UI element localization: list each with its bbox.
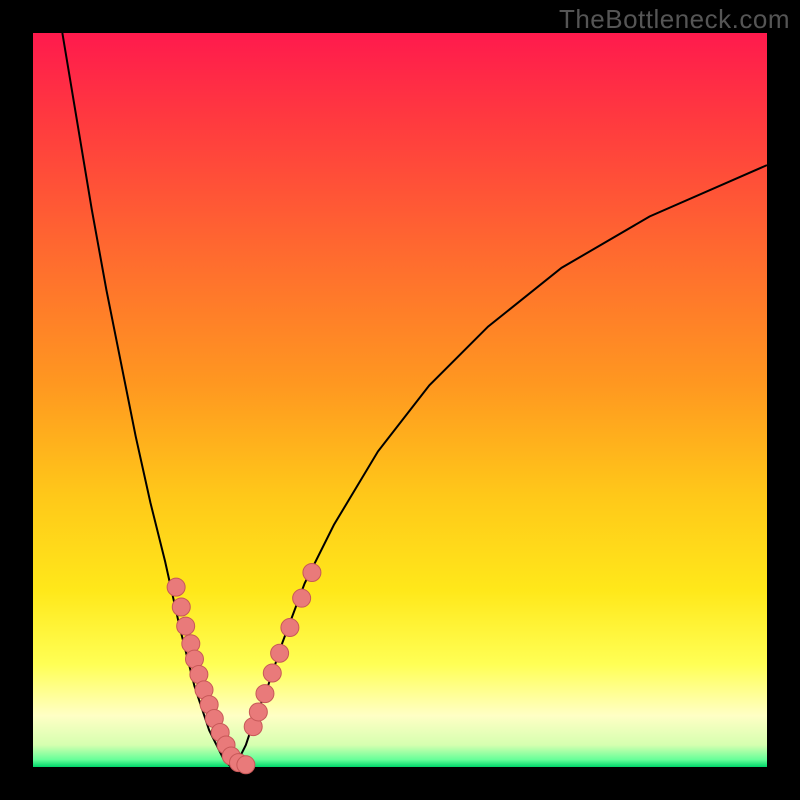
data-dot bbox=[271, 644, 289, 662]
data-dot bbox=[172, 598, 190, 616]
plot-area bbox=[33, 33, 767, 767]
data-dot bbox=[303, 563, 321, 581]
right-dot-group bbox=[244, 563, 321, 735]
right-branch-curve bbox=[231, 165, 767, 767]
data-dot bbox=[293, 589, 311, 607]
watermark-text: TheBottleneck.com bbox=[559, 4, 790, 35]
data-dot bbox=[249, 703, 267, 721]
data-dot bbox=[263, 664, 281, 682]
data-dot bbox=[237, 756, 255, 774]
data-dot bbox=[256, 685, 274, 703]
data-dot bbox=[167, 578, 185, 596]
chart-frame: TheBottleneck.com bbox=[0, 0, 800, 800]
data-dot bbox=[177, 617, 195, 635]
left-dot-group bbox=[167, 578, 255, 774]
left-branch-curve bbox=[62, 33, 231, 767]
data-dot bbox=[281, 619, 299, 637]
chart-svg bbox=[33, 33, 767, 767]
